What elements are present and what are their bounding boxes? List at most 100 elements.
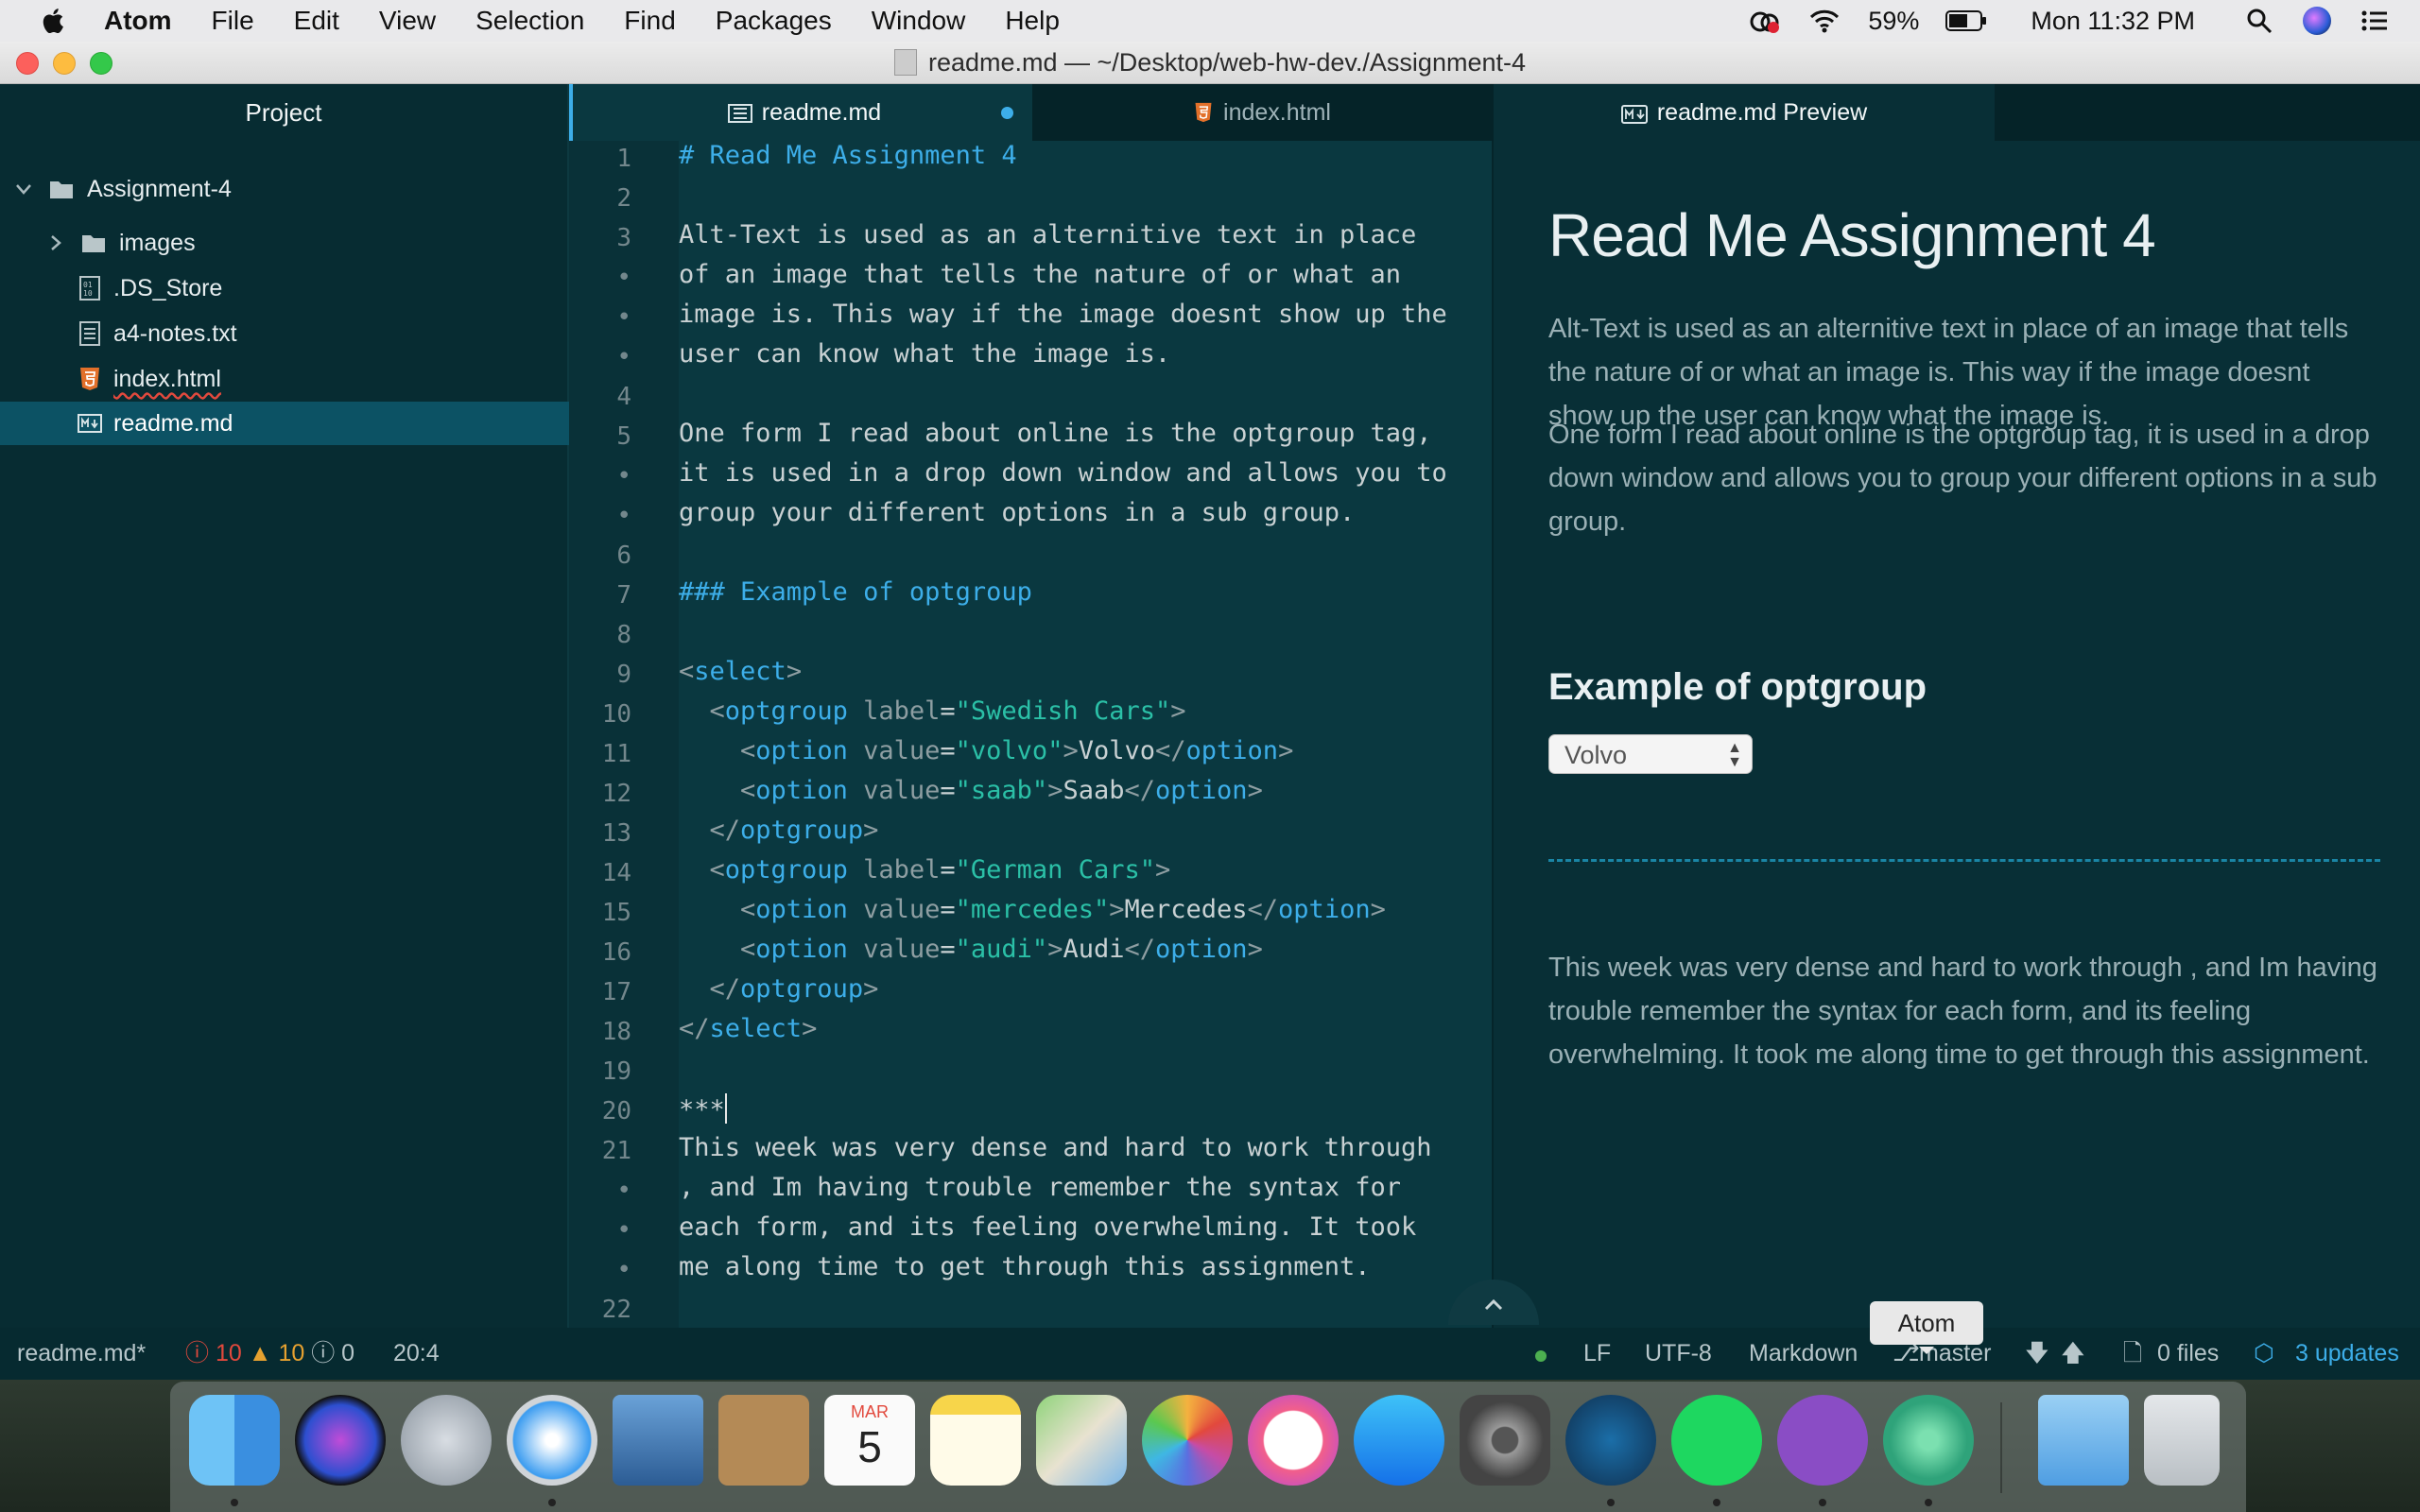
notes-icon[interactable] — [930, 1395, 1021, 1486]
code-line[interactable]: Alt-Text is used as an alternitive text … — [679, 220, 1416, 249]
menu-selection[interactable]: Selection — [475, 6, 584, 36]
cursor-position[interactable]: 20:4 — [393, 1328, 440, 1380]
apple-icon[interactable] — [38, 5, 70, 37]
siri-app-icon[interactable] — [295, 1395, 386, 1486]
code-line[interactable]: user can know what the image is. — [679, 339, 1170, 369]
markdown-icon — [727, 104, 752, 123]
tree-item-index-html[interactable]: index.html — [0, 357, 645, 401]
line-number: 3 — [616, 224, 631, 252]
code-line[interactable]: each form, and its feeling overwhelming.… — [679, 1212, 1416, 1242]
tree-item-images[interactable]: images — [0, 221, 613, 265]
menu-packages[interactable]: Packages — [716, 6, 832, 36]
menu-find[interactable]: Find — [624, 6, 675, 36]
safari-icon[interactable] — [507, 1395, 597, 1486]
tree-item-ds-store[interactable]: 01 10 .DS_Store — [0, 266, 645, 310]
code-line[interactable]: </optgroup> — [679, 974, 879, 1004]
app-store-icon[interactable] — [1354, 1395, 1444, 1486]
code-line[interactable]: image is. This way if the image doesnt s… — [679, 300, 1447, 329]
code-line[interactable]: <option value="audi">Audi</option> — [679, 935, 1263, 964]
git-fetch-down-icon[interactable]: 🡇 — [2025, 1328, 2049, 1380]
maps-icon[interactable] — [1036, 1395, 1127, 1486]
encoding-selector[interactable]: UTF-8 — [1645, 1328, 1712, 1380]
code-line[interactable]: <select> — [679, 657, 802, 686]
code-line[interactable]: of an image that tells the nature of or … — [679, 260, 1401, 289]
tab-index-html[interactable]: index.html — [1032, 84, 1492, 141]
code-line[interactable]: <option value="volvo">Volvo</option> — [679, 736, 1293, 765]
github-desktop-icon[interactable] — [1777, 1395, 1868, 1486]
car-select-dropdown[interactable]: Volvo ▲ ▼ — [1548, 734, 1753, 774]
code-line[interactable]: *** — [679, 1093, 727, 1125]
grammar-selector[interactable]: Markdown — [1749, 1328, 1858, 1380]
trash-icon[interactable] — [2144, 1395, 2220, 1486]
line-number: • — [616, 1216, 631, 1245]
code-line[interactable]: ### Example of optgroup — [679, 577, 1032, 607]
git-push-up-icon[interactable]: 🡅 — [2061, 1328, 2085, 1380]
menu-file[interactable]: File — [212, 6, 254, 36]
code-line[interactable]: <option value="mercedes">Mercedes</optio… — [679, 895, 1386, 924]
line-number: 2 — [616, 184, 631, 213]
menu-help[interactable]: Help — [1005, 6, 1060, 36]
siri-icon[interactable] — [2303, 7, 2331, 35]
code-line[interactable]: This week was very dense and hard to wor… — [679, 1133, 1432, 1162]
steam-icon[interactable] — [1565, 1395, 1656, 1486]
tree-item-a4-notes[interactable]: a4-notes.txt — [0, 312, 645, 355]
code-line[interactable]: <option value="saab">Saab</option> — [679, 776, 1263, 805]
line-number: 15 — [601, 899, 631, 927]
downloads-folder-icon[interactable] — [2038, 1395, 2129, 1486]
chevron-down-icon[interactable] — [13, 179, 34, 199]
package-updates[interactable]: 3 updates — [2295, 1328, 2399, 1380]
tree-root-assignment-4[interactable]: Assignment-4 — [0, 167, 580, 211]
folder-icon — [82, 235, 105, 252]
code-line[interactable]: </optgroup> — [679, 816, 879, 845]
menubar-clock[interactable]: Mon 11:32 PM — [2031, 7, 2195, 36]
atom-app-icon[interactable] — [1883, 1395, 1974, 1486]
linter-summary[interactable]: ⓘ 10 ▲ 10 ⓘ 0 — [185, 1328, 354, 1380]
warning-icon: ▲ — [248, 1340, 272, 1366]
calendar-icon[interactable]: MAR 5 — [824, 1395, 915, 1486]
chevron-right-icon[interactable] — [45, 232, 66, 253]
notification-center-icon[interactable] — [2358, 7, 2392, 35]
code-line[interactable]: group your different options in a sub gr… — [679, 498, 1355, 527]
finder-icon[interactable] — [189, 1395, 280, 1486]
spotify-icon[interactable] — [1671, 1395, 1762, 1486]
line-number: 9 — [616, 661, 631, 689]
launchpad-icon[interactable] — [401, 1395, 492, 1486]
code-line[interactable]: <optgroup label="German Cars"> — [679, 855, 1171, 885]
battery-percentage: 59% — [1868, 6, 1920, 35]
dock-tooltip: Atom — [1870, 1301, 1983, 1354]
code-line[interactable]: One form I read about online is the optg… — [679, 419, 1432, 448]
mail-icon[interactable] — [613, 1395, 703, 1486]
menu-atom[interactable]: Atom — [104, 6, 172, 36]
code-line[interactable]: it is used in a drop down window and all… — [679, 458, 1447, 488]
menu-view[interactable]: View — [379, 6, 436, 36]
tab-readme-preview[interactable]: readme.md Preview — [1494, 84, 1995, 141]
battery-icon[interactable] — [1945, 9, 1987, 32]
code-line[interactable]: # Read Me Assignment 4 — [679, 141, 1017, 170]
code-line[interactable]: me along time to get through this assign… — [679, 1252, 1371, 1281]
line-number: 17 — [601, 978, 631, 1006]
spotlight-search-icon[interactable] — [2242, 7, 2276, 35]
changed-files-count[interactable]: 0 files — [2157, 1328, 2219, 1380]
menu-window[interactable]: Window — [872, 6, 966, 36]
scroll-to-top-button[interactable] — [1448, 1280, 1539, 1325]
chevron-up-icon — [1484, 1298, 1503, 1311]
tree-item-readme-md[interactable]: readme.md — [0, 402, 645, 445]
contacts-icon[interactable] — [718, 1395, 809, 1486]
creative-cloud-icon[interactable] — [1747, 7, 1781, 35]
line-number: 5 — [616, 422, 631, 451]
code-line[interactable]: <optgroup label="Swedish Cars"> — [679, 696, 1186, 726]
tree-item-label: .DS_Store — [113, 275, 223, 301]
wifi-icon[interactable] — [1807, 7, 1841, 35]
text-editor[interactable]: 1 2 3 • • • 4 5 • • 6 7 8 9 10 11 12 13 14 15 16 17 18 19 20 21 • •… — [569, 141, 1492, 1328]
line-number: • — [616, 264, 631, 292]
code-line[interactable]: </select> — [679, 1014, 817, 1043]
system-preferences-icon[interactable] — [1460, 1395, 1550, 1486]
line-ending-selector[interactable]: LF — [1583, 1328, 1611, 1380]
code-line[interactable]: , and Im having trouble remember the syn… — [679, 1173, 1401, 1202]
menu-edit[interactable]: Edit — [294, 6, 339, 36]
status-file-name[interactable]: readme.md* — [17, 1328, 146, 1380]
project-tree-view: Project Assignment-4 images 01 10 .DS_Sto… — [0, 84, 645, 1328]
tab-readme-md[interactable]: readme.md — [569, 84, 1036, 141]
photos-icon[interactable] — [1142, 1395, 1233, 1486]
itunes-icon[interactable] — [1248, 1395, 1339, 1486]
